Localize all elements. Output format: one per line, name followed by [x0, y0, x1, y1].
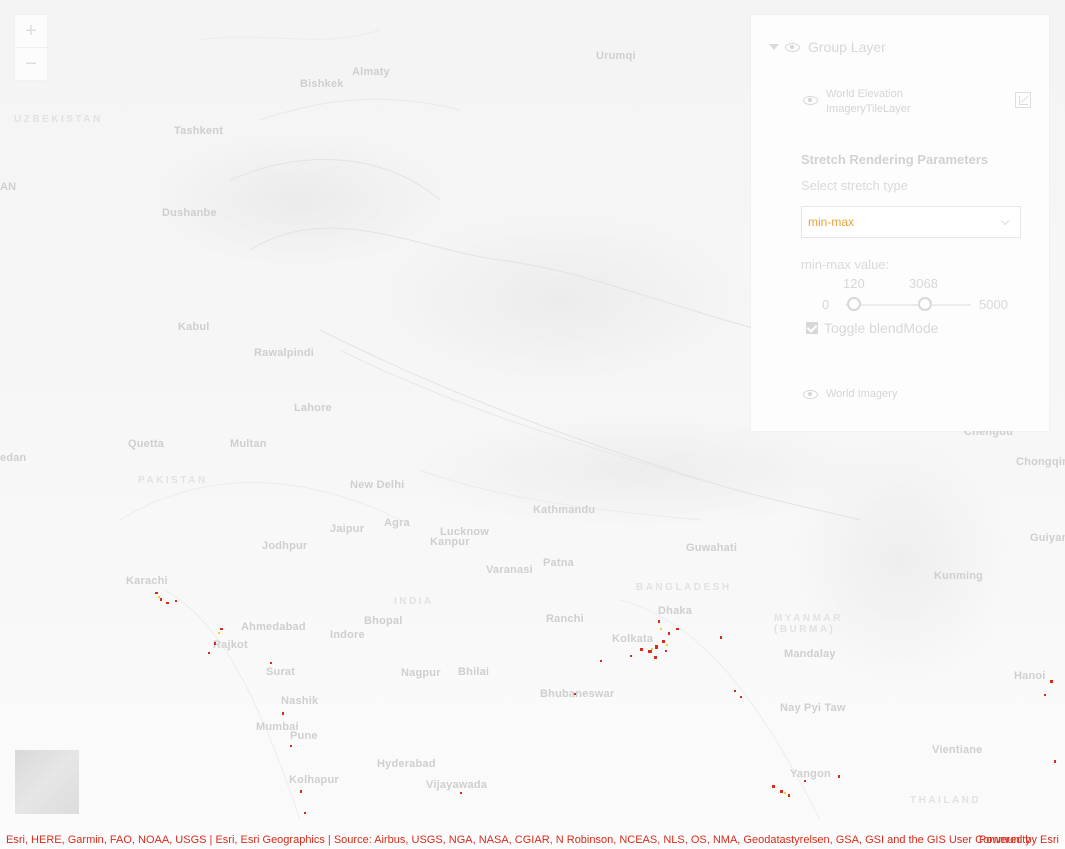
params-title: Stretch Rendering Parameters — [801, 152, 989, 167]
layer-title-line: World Elevation — [826, 88, 903, 100]
blendmode-toggle-row[interactable]: Toggle blendMode — [806, 320, 1021, 336]
map-attribution[interactable]: Esri, HERE, Garmin, FAO, NOAA, USGS | Es… — [0, 832, 1065, 849]
stretch-type-value: min-max — [808, 215, 855, 229]
slider-track[interactable] — [845, 304, 971, 306]
slider-low-value: 120 — [843, 276, 865, 291]
zoom-control: + − — [15, 15, 47, 80]
visibility-eye-icon[interactable] — [803, 96, 818, 105]
zoom-out-button[interactable]: − — [15, 47, 47, 80]
layer-list-panel: Group Layer World Elevation ImageryTileL… — [751, 15, 1049, 431]
minmax-label: min-max value: — [801, 257, 890, 272]
stretch-parameters-panel: Stretch Rendering Parameters Select stre… — [801, 152, 1021, 336]
slider-max-label: 5000 — [979, 297, 1008, 312]
blendmode-checkbox[interactable] — [806, 322, 818, 334]
attribution-sources: Esri, HERE, Garmin, FAO, NOAA, USGS | Es… — [6, 834, 1031, 846]
layer-item-world-elevation[interactable]: World Elevation ImageryTileLayer — [803, 87, 1031, 117]
slider-min-label: 0 — [822, 297, 830, 312]
layer-title-line: ImageryTileLayer — [826, 103, 911, 115]
layer-title: World Imagery — [826, 388, 898, 400]
slider-low-thumb[interactable] — [847, 297, 861, 311]
chevron-down-icon — [1000, 216, 1010, 226]
visibility-eye-icon[interactable] — [785, 42, 800, 52]
stretch-type-label: Select stretch type — [801, 178, 908, 193]
visibility-eye-icon[interactable] — [803, 390, 818, 399]
layer-options-icon[interactable] — [1015, 92, 1031, 108]
layer-title: World Elevation ImageryTileLayer — [826, 87, 911, 117]
slider-high-value: 3068 — [909, 276, 938, 291]
basemap-overview-thumbnail[interactable] — [15, 750, 79, 814]
group-layer-title: Group Layer — [808, 39, 886, 55]
group-layer-row[interactable]: Group Layer — [769, 39, 886, 55]
slider-high-thumb[interactable] — [918, 297, 932, 311]
layer-item-world-imagery[interactable]: World Imagery — [803, 387, 897, 402]
blendmode-label: Toggle blendMode — [824, 320, 939, 336]
stretch-type-select[interactable]: min-max — [801, 206, 1021, 238]
collapse-caret-icon[interactable] — [769, 44, 779, 50]
minmax-slider[interactable]: 120 3068 0 5000 — [801, 274, 1021, 314]
zoom-in-button[interactable]: + — [15, 15, 47, 47]
powered-by-link[interactable]: Powered by Esri — [979, 832, 1059, 849]
